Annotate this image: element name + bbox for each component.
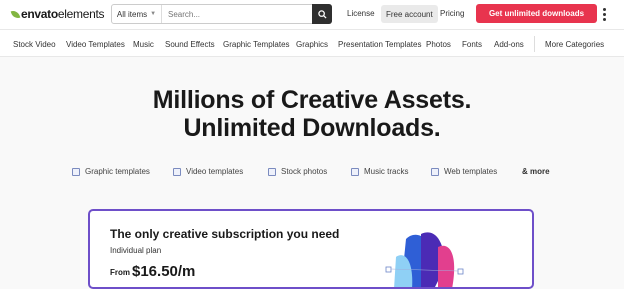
chip-music-tracks[interactable]: Music tracks — [351, 167, 408, 176]
envato-logo[interactable]: envato elements — [10, 7, 105, 21]
search-bar: All items ▼ — [111, 4, 332, 24]
category-video-templates[interactable]: Video Templates — [66, 40, 125, 49]
category-add-ons[interactable]: Add-ons — [494, 40, 524, 49]
chip-web-templates[interactable]: Web templates — [431, 167, 497, 176]
card-title: The only creative subscription you need — [110, 227, 340, 241]
chip-stock-photos[interactable]: Stock photos — [268, 167, 327, 176]
chip-graphic-templates[interactable]: Graphic templates — [72, 167, 150, 176]
category-graphics[interactable]: Graphics — [296, 40, 328, 49]
chip-label: Graphic templates — [85, 167, 150, 176]
category-graphic-templates[interactable]: Graphic Templates — [223, 40, 290, 49]
chip-label: Web templates — [444, 167, 498, 176]
hero-line-2: Unlimited Downloads. — [183, 114, 441, 142]
search-button[interactable] — [312, 4, 332, 24]
hero-line-1: Millions of Creative Assets. — [152, 86, 472, 114]
category-music[interactable]: Music — [133, 40, 154, 49]
logo-product: elements — [57, 7, 105, 21]
search-icon — [317, 9, 327, 19]
category-presentation-templates[interactable]: Presentation Templates — [338, 40, 421, 49]
free-account-button[interactable]: Free account — [381, 5, 438, 23]
music-tracks-icon — [351, 167, 359, 176]
graphic-templates-icon — [72, 167, 80, 176]
logo-brand: envato — [21, 7, 58, 21]
category-stock-video[interactable]: Stock Video — [13, 40, 56, 49]
license-link[interactable]: License — [347, 9, 375, 18]
price: $16.50/m — [132, 263, 196, 280]
chevron-down-icon: ▼ — [150, 11, 157, 17]
category-fonts[interactable]: Fonts — [462, 40, 482, 49]
more-menu-icon[interactable] — [603, 8, 606, 21]
category-sound-effects[interactable]: Sound Effects — [165, 40, 215, 49]
search-input[interactable] — [162, 5, 312, 23]
stock-photos-icon — [268, 167, 276, 176]
top-bar: envato elements All items ▼ License Free… — [0, 0, 624, 29]
category-more[interactable]: More Categories — [545, 40, 604, 49]
chip-video-templates[interactable]: Video templates — [173, 167, 243, 176]
pricing-link[interactable]: Pricing — [440, 9, 464, 18]
chip-label: Stock photos — [281, 167, 328, 176]
chip-more[interactable]: & more — [522, 167, 550, 176]
chip-label: Video templates — [186, 167, 244, 176]
web-templates-icon — [431, 167, 439, 176]
category-divider — [534, 36, 535, 52]
subscription-card: The only creative subscription you need … — [88, 209, 534, 289]
search-category-dropdown[interactable]: All items ▼ — [112, 5, 162, 23]
price-prefix: From — [110, 268, 130, 277]
hero-heading: Millions of Creative Assets. Unlimited D… — [0, 86, 624, 142]
category-nav: Stock Video Video Templates Music Sound … — [0, 29, 624, 57]
category-photos[interactable]: Photos — [426, 40, 451, 49]
search-category-label: All items — [116, 9, 148, 19]
creative-artwork-illustration — [385, 232, 464, 287]
video-templates-icon — [173, 167, 181, 176]
get-unlimited-downloads-button[interactable]: Get unlimited downloads — [476, 4, 597, 23]
plan-name: Individual plan — [110, 246, 162, 255]
leaf-icon — [10, 8, 21, 20]
chip-label: Music tracks — [364, 167, 409, 176]
